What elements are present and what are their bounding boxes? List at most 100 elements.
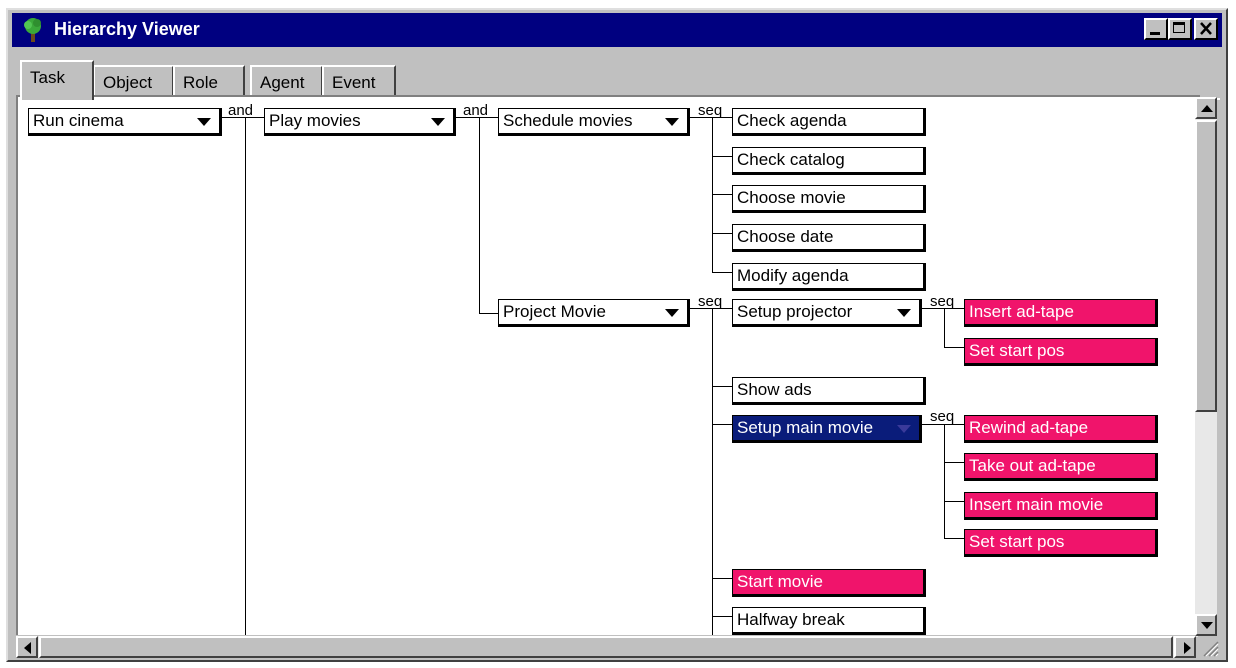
task-tree-view[interactable]: and and seq seq seq seq Run cinema Play …	[16, 95, 1200, 635]
connector-line	[479, 313, 499, 314]
arrow-left-icon	[24, 642, 31, 654]
tab-object[interactable]: Object	[93, 65, 174, 99]
tab-label: Agent	[260, 73, 305, 92]
operator-seq: seq	[930, 408, 955, 425]
horizontal-scroll-thumb[interactable]	[39, 636, 1173, 658]
task-label: Setup main movie	[737, 418, 874, 437]
dropdown-arrow-icon[interactable]	[197, 118, 211, 126]
dropdown-arrow-icon[interactable]	[897, 309, 911, 317]
vertical-scrollbar[interactable]	[1195, 97, 1217, 637]
connector-line	[944, 462, 964, 463]
task-start-movie[interactable]: Start movie	[732, 569, 926, 597]
connector-line	[712, 578, 732, 579]
task-check-agenda[interactable]: Check agenda	[732, 108, 926, 136]
tab-task[interactable]: Task	[20, 60, 94, 100]
vertical-scroll-thumb[interactable]	[1195, 120, 1217, 412]
scroll-up-button[interactable]	[1195, 97, 1217, 119]
task-label: Setup projector	[737, 302, 853, 321]
maximize-button[interactable]	[1168, 18, 1192, 40]
task-label: Set start pos	[969, 341, 1065, 360]
connector-line	[712, 424, 732, 425]
arrow-up-icon	[1201, 105, 1213, 112]
tab-event[interactable]: Event	[322, 65, 396, 99]
operator-seq: seq	[698, 102, 723, 119]
minimize-icon	[1150, 32, 1160, 35]
close-button[interactable]	[1194, 18, 1218, 40]
connector-line	[712, 272, 732, 273]
title-bar[interactable]: Hierarchy Viewer	[12, 13, 1222, 47]
connector-line	[944, 308, 945, 348]
tab-label: Task	[30, 68, 65, 87]
task-label: Halfway break	[737, 610, 845, 629]
operator-and: and	[463, 102, 489, 119]
operator-seq: seq	[930, 293, 955, 310]
task-project-movie[interactable]: Project Movie	[498, 299, 690, 327]
connector-line	[479, 117, 480, 313]
task-label: Check catalog	[737, 150, 845, 169]
tab-role[interactable]: Role	[173, 65, 245, 99]
arrow-down-icon	[1201, 622, 1213, 629]
task-schedule-movies[interactable]: Schedule movies	[498, 108, 690, 136]
connector-line	[712, 386, 732, 387]
dropdown-arrow-icon[interactable]	[665, 118, 679, 126]
task-label: Take out ad-tape	[969, 456, 1096, 475]
task-take-out-ad-tape[interactable]: Take out ad-tape	[964, 453, 1158, 481]
maximize-icon	[1173, 22, 1185, 33]
task-label: Play movies	[269, 111, 361, 130]
task-insert-ad-tape[interactable]: Insert ad-tape	[964, 299, 1158, 327]
task-set-start-pos[interactable]: Set start pos	[964, 338, 1158, 366]
connector-line	[712, 156, 732, 157]
task-label: Modify agenda	[737, 266, 849, 285]
dropdown-arrow-icon[interactable]	[665, 309, 679, 317]
task-rewind-ad-tape[interactable]: Rewind ad-tape	[964, 415, 1158, 443]
resize-grip-icon[interactable]	[1198, 636, 1220, 658]
task-modify-agenda[interactable]: Modify agenda	[732, 263, 926, 291]
connector-line	[944, 501, 964, 502]
tab-label: Role	[183, 73, 218, 92]
task-insert-main-movie[interactable]: Insert main movie	[964, 492, 1158, 520]
task-choose-date[interactable]: Choose date	[732, 224, 926, 252]
connector-line	[245, 117, 246, 635]
dropdown-arrow-icon[interactable]	[897, 425, 911, 433]
connector-line	[712, 194, 732, 195]
tab-label: Object	[103, 73, 153, 92]
dropdown-arrow-icon[interactable]	[431, 118, 445, 126]
task-set-start-pos[interactable]: Set start pos	[964, 529, 1158, 557]
minimize-button[interactable]	[1144, 18, 1168, 40]
task-label: Check agenda	[737, 111, 847, 130]
task-label: Insert main movie	[969, 495, 1104, 514]
task-label: Choose movie	[737, 188, 846, 207]
connector-line	[712, 308, 713, 635]
task-label: Choose date	[737, 227, 834, 246]
task-setup-main-movie[interactable]: Setup main movie	[732, 415, 922, 443]
task-play-movies[interactable]: Play movies	[264, 108, 456, 136]
task-show-ads[interactable]: Show ads	[732, 377, 926, 405]
connector-line	[712, 117, 713, 273]
task-label: Run cinema	[33, 111, 124, 130]
task-choose-movie[interactable]: Choose movie	[732, 185, 926, 213]
connector-line	[944, 538, 964, 539]
task-setup-projector[interactable]: Setup projector	[732, 299, 922, 327]
task-label: Schedule movies	[503, 111, 633, 130]
tab-agent[interactable]: Agent	[250, 65, 323, 99]
arrow-right-icon	[1184, 642, 1191, 654]
task-halfway-break[interactable]: Halfway break	[732, 607, 926, 635]
scroll-right-button[interactable]	[1174, 636, 1196, 658]
task-check-catalog[interactable]: Check catalog	[732, 147, 926, 175]
connector-line	[944, 347, 964, 348]
scroll-down-button[interactable]	[1195, 614, 1217, 636]
task-label: Set start pos	[969, 532, 1065, 551]
task-label: Project Movie	[503, 302, 606, 321]
task-label: Insert ad-tape	[969, 302, 1074, 321]
operator-and: and	[228, 102, 254, 119]
connector-line	[944, 424, 945, 539]
tab-label: Event	[332, 73, 376, 92]
scroll-left-button[interactable]	[16, 636, 38, 658]
close-icon	[1200, 22, 1212, 35]
task-run-cinema[interactable]: Run cinema	[28, 108, 222, 136]
tree-icon	[24, 18, 41, 42]
horizontal-scrollbar[interactable]	[16, 636, 1196, 658]
window-title: Hierarchy Viewer	[54, 19, 200, 39]
operator-seq: seq	[698, 293, 723, 310]
task-label: Show ads	[737, 380, 812, 399]
